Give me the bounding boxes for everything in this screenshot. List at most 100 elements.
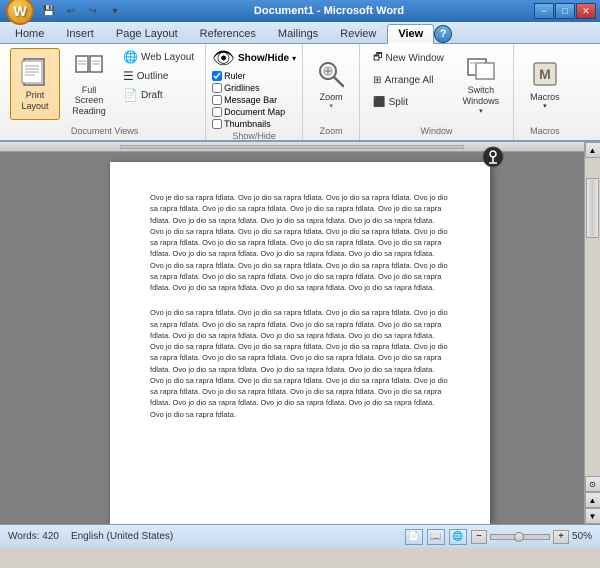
svg-text:M: M: [539, 66, 551, 82]
print-layout-btn[interactable]: PrintLayout: [10, 48, 60, 120]
show-hide-label: Show/Hide: [232, 129, 276, 141]
zoom-plus-btn[interactable]: +: [553, 530, 569, 544]
full-screen-view-btn[interactable]: 📖: [427, 529, 445, 545]
prev-page-btn[interactable]: ▲: [585, 492, 600, 508]
arrange-all-label: Arrange All: [385, 75, 434, 86]
split-btn[interactable]: ⬛ Split: [366, 92, 451, 112]
tab-page-layout[interactable]: Page Layout: [105, 24, 189, 43]
window-title: Document1 - Microsoft Word: [124, 5, 534, 17]
restore-btn[interactable]: □: [555, 3, 575, 19]
close-btn[interactable]: ✕: [576, 3, 596, 19]
print-layout-view-btn[interactable]: 📄: [405, 529, 423, 545]
status-bar: Words: 420 English (United States) 📄 📖 🌐…: [0, 524, 600, 548]
thumbnails-check[interactable]: Thumbnails: [212, 119, 285, 129]
vertical-scrollbar[interactable]: ▲ ⊙ ▲ ▼: [584, 142, 600, 524]
draft-btn[interactable]: 📄 Draft: [118, 86, 199, 104]
zoom-minus-btn[interactable]: −: [471, 530, 487, 544]
tab-references[interactable]: References: [189, 24, 267, 43]
window-controls: − □ ✕: [534, 3, 596, 19]
tab-insert[interactable]: Insert: [55, 24, 105, 43]
show-hide-icon: 👁: [212, 48, 235, 69]
outline-icon: ☰: [123, 69, 134, 83]
outline-label: Outline: [137, 71, 169, 82]
switch-windows-btn[interactable]: SwitchWindows ▾: [455, 48, 507, 120]
title-bar-left: W 💾 ↩ ↪ ▾: [4, 0, 124, 25]
arrange-all-icon: ⊞: [373, 75, 381, 86]
web-layout-btn[interactable]: 🌐 Web Layout: [118, 48, 199, 66]
message-bar-check[interactable]: Message Bar: [212, 95, 285, 105]
ruler-check[interactable]: Ruler: [212, 71, 285, 81]
tab-home[interactable]: Home: [4, 24, 55, 43]
split-icon: ⬛: [373, 97, 385, 108]
full-screen-icon: [73, 51, 105, 83]
draft-icon: 📄: [123, 88, 138, 102]
switch-windows-label: SwitchWindows: [463, 85, 500, 107]
print-layout-label: PrintLayout: [21, 90, 48, 112]
status-left: Words: 420 English (United States): [8, 531, 173, 542]
paragraph-2-text: Ovo jo dio sa rapra fdlata. Ovo jo dio s…: [150, 308, 448, 418]
new-window-btn[interactable]: 🗗 New Window: [366, 48, 451, 68]
paragraph-2: Ovo jo dio sa rapra fdlata. Ovo jo dio s…: [150, 307, 450, 420]
scroll-up-btn[interactable]: ▲: [585, 142, 600, 158]
zoom-group: Zoom ▾ Zoom: [303, 44, 360, 140]
office-button[interactable]: W: [6, 0, 34, 25]
next-page-btn[interactable]: ▼: [585, 508, 600, 524]
web-view-btn[interactable]: 🌐: [449, 529, 467, 545]
zoom-control: − + 50%: [471, 530, 592, 544]
macros-dropdown: ▾: [543, 102, 547, 110]
show-hide-dropdown: ▾: [292, 54, 296, 63]
redo-quick-btn[interactable]: ↪: [84, 3, 102, 19]
zoom-dropdown: ▾: [329, 102, 333, 110]
full-screen-reading-btn[interactable]: Full ScreenReading: [64, 48, 114, 120]
word-count: Words: 420: [8, 531, 59, 542]
document-anchor: [482, 146, 504, 171]
zoom-percentage: 50%: [572, 531, 592, 542]
tab-view[interactable]: View: [387, 24, 434, 44]
split-label: Split: [389, 97, 408, 108]
show-hide-items: Ruler Gridlines Message Bar Document Map…: [212, 71, 285, 129]
show-hide-big-btn[interactable]: 👁 Show/Hide ▾: [212, 48, 296, 69]
zoom-icon: [315, 58, 347, 92]
office-logo: W: [13, 3, 26, 19]
macros-btn[interactable]: M Macros ▾: [520, 48, 570, 120]
switch-windows-icon: [466, 53, 496, 85]
select-browse-btn[interactable]: ⊙: [585, 476, 600, 492]
qa-dropdown-btn[interactable]: ▾: [106, 3, 124, 19]
document-map-check[interactable]: Document Map: [212, 107, 285, 117]
paragraph-1-text: Ovo je dio sa rapra fdlata. Ovo jo dio s…: [150, 193, 448, 292]
document-views-group: PrintLayout Full ScreenReading: [4, 44, 206, 140]
window-group: 🗗 New Window ⊞ Arrange All ⬛ Split: [360, 44, 514, 140]
ribbon: PrintLayout Full ScreenReading: [0, 44, 600, 142]
zoom-btn[interactable]: Zoom ▾: [309, 48, 353, 120]
outline-btn[interactable]: ☰ Outline: [118, 67, 199, 85]
macros-icon: M: [529, 58, 561, 90]
zoom-group-label: Zoom: [320, 124, 343, 136]
document-views-label: Document Views: [71, 124, 138, 136]
show-hide-content: 👁 Show/Hide ▾ Ruler Gridlines Message Ba…: [212, 48, 296, 129]
help-button[interactable]: ?: [434, 25, 452, 43]
zoom-slider-thumb[interactable]: [514, 532, 524, 542]
window-group-label: Window: [421, 124, 453, 136]
scroll-bottom-controls: ⊙ ▲ ▼: [585, 476, 600, 524]
minimize-btn[interactable]: −: [534, 3, 554, 19]
switch-windows-dropdown: ▾: [479, 107, 483, 115]
macros-group: M Macros ▾ Macros: [514, 44, 576, 140]
window-content: 🗗 New Window ⊞ Arrange All ⬛ Split: [366, 48, 507, 124]
scroll-track[interactable]: [585, 158, 600, 476]
arrange-all-btn[interactable]: ⊞ Arrange All: [366, 70, 451, 90]
tab-review[interactable]: Review: [329, 24, 387, 43]
undo-quick-btn[interactable]: ↩: [62, 3, 80, 19]
document-views-content: PrintLayout Full ScreenReading: [10, 48, 199, 124]
save-quick-btn[interactable]: 💾: [40, 3, 58, 19]
scroll-thumb[interactable]: [586, 178, 599, 238]
zoom-slider[interactable]: [490, 534, 550, 540]
zoom-content: Zoom ▾: [309, 48, 353, 124]
document-page: Ovo je dio sa rapra fdlata. Ovo jo dio s…: [110, 162, 490, 524]
tab-mailings[interactable]: Mailings: [267, 24, 329, 43]
macros-label: Macros: [530, 92, 560, 103]
gridlines-check[interactable]: Gridlines: [212, 83, 285, 93]
new-window-icon: 🗗: [373, 50, 382, 67]
window-small-btns: 🗗 New Window ⊞ Arrange All ⬛ Split: [366, 48, 451, 112]
print-layout-icon: [19, 56, 51, 88]
web-layout-label: Web Layout: [141, 52, 194, 63]
